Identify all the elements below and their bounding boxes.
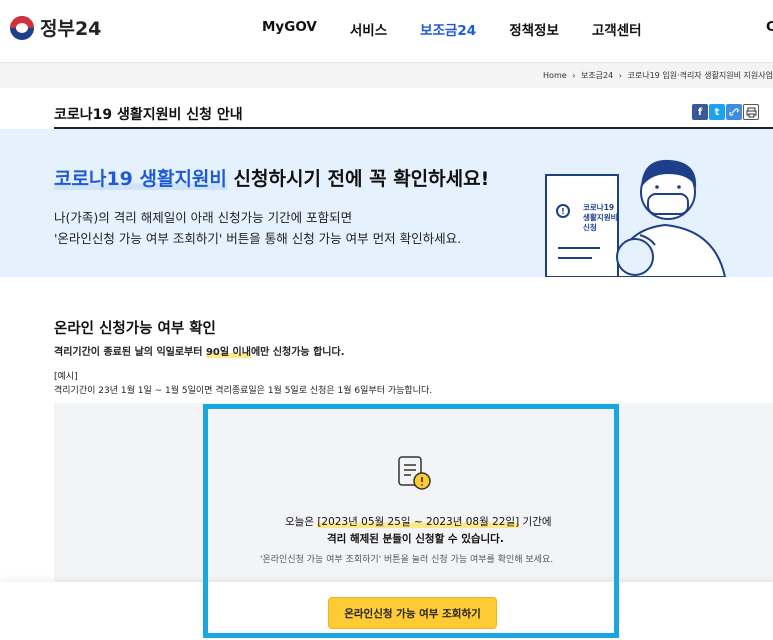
logo-text: 정부24	[40, 18, 102, 40]
section-title: 온라인 신청가능 여부 확인	[54, 321, 216, 337]
svg-text:!: !	[561, 207, 565, 216]
banner-headline-highlight: 코로나19 생활지원비	[54, 168, 227, 190]
link-copy-icon[interactable]	[726, 104, 742, 120]
breadcrumb: Home › 보조금24 › 코로나19 입원·격리자 생활지원비 지원사업	[540, 70, 773, 81]
breadcrumb-separator-icon: ›	[572, 71, 576, 80]
nav-item-extra[interactable]: C	[766, 19, 773, 35]
nav-item-service[interactable]: 서비스	[350, 19, 387, 39]
banner-headline-rest: 신청하시기 전에 꼭 확인하세요!	[226, 168, 490, 190]
facebook-icon[interactable]: f	[692, 104, 708, 120]
section-desc-post: 에만 신청가능 합니다.	[250, 347, 345, 358]
section-description: 격리기간이 종료된 날의 익일로부터 90일 이내에만 신청가능 합니다.	[54, 343, 345, 358]
section-desc-pre: 격리기간이 종료된 날의 익일로부터	[54, 347, 206, 358]
section-desc-mark: 90일 이내	[205, 347, 251, 358]
banner-headline: 코로나19 생활지원비 신청하시기 전에 꼭 확인하세요!	[54, 164, 489, 191]
breadcrumb-subsidy[interactable]: 보조금24	[581, 71, 613, 80]
main-nav: MyGOV 서비스 보조금24 정책정보 고객센터	[262, 19, 675, 39]
nav-item-policy[interactable]: 정책정보	[509, 19, 559, 39]
nav-item-mygov[interactable]: MyGOV	[262, 19, 317, 39]
nav-item-customer-center[interactable]: 고객센터	[592, 19, 642, 39]
page-title: 코로나19 생활지원비 신청 안내	[54, 107, 243, 123]
example-text: 격리기간이 23년 1월 1일 ~ 1월 5일이면 격리종료일은 1월 5일로 …	[54, 386, 433, 396]
print-icon[interactable]	[743, 104, 759, 120]
banner-text-line1: 나(가족)의 격리 해제일이 아래 신청가능 기간에 포함되면	[54, 210, 353, 225]
breadcrumb-separator-icon: ›	[618, 71, 622, 80]
banner-text-line2: '온라인신청 가능 여부 조회하기' 버튼을 통해 신청 가능 여부 먼저 확인…	[54, 231, 462, 246]
person-with-document-illustration: ! 코로나19 생활지원비 신청	[540, 150, 773, 278]
site-logo[interactable]: 정부24	[10, 14, 101, 41]
doc-label-line2: 생활지원비	[583, 213, 618, 222]
twitter-icon[interactable]: t	[709, 104, 725, 120]
nav-item-subsidy24[interactable]: 보조금24	[420, 19, 476, 39]
site-header: 정부24 MyGOV 서비스 보조금24 정책정보 고객센터 C	[0, 0, 773, 58]
doc-label: 코로나19 생활지원비 신청	[583, 203, 618, 233]
example-label: [예시]	[54, 372, 78, 382]
doc-label-line1: 코로나19	[583, 203, 615, 212]
share-buttons: f t	[692, 104, 760, 120]
breadcrumb-current[interactable]: 코로나19 입원·격리자 생활지원비 지원사업	[628, 71, 773, 80]
highlight-frame	[203, 404, 619, 638]
doc-label-line3: 신청	[583, 223, 597, 232]
taegeuk-logo-icon	[10, 15, 34, 40]
breadcrumb-home[interactable]: Home	[543, 71, 567, 80]
